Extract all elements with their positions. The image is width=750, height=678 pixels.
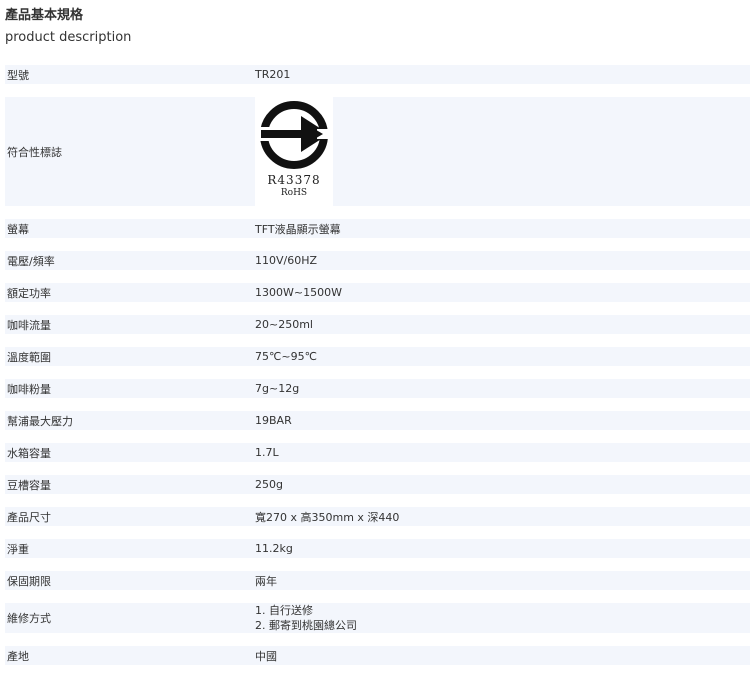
spec-value: 110V/60HZ — [255, 254, 318, 267]
spec-row-dimensions: 產品尺寸 寬270 x 高350mm x 深440 — [5, 507, 750, 526]
spec-label: 維修方式 — [7, 612, 51, 625]
spec-row-repair: 維修方式 1. 自行送修 2. 郵寄到桃園總公司 — [5, 603, 750, 633]
spec-label: 保固期限 — [7, 574, 51, 588]
spec-label: 溫度範圍 — [7, 350, 51, 364]
spec-label: 淨重 — [7, 542, 29, 556]
page-title: 產品基本規格 — [5, 8, 84, 23]
spec-value: TR201 — [255, 68, 291, 81]
spec-row-certification: 符合性標誌 R43378 RoHS — [5, 97, 750, 206]
spec-label: 咖啡流量 — [7, 318, 51, 332]
spec-row-voltage: 電壓/頻率 110V/60HZ — [5, 251, 750, 270]
spec-label: 符合性標誌 — [7, 145, 62, 159]
spec-value: TFT液晶顯示螢幕 — [255, 222, 341, 236]
spec-row-temperature: 溫度範圍 75℃~95℃ — [5, 347, 750, 366]
spec-row-water-tank: 水箱容量 1.7L — [5, 443, 750, 462]
spec-value: 1.7L — [255, 446, 279, 459]
spec-label: 水箱容量 — [7, 446, 51, 460]
spec-row-pump-pressure: 幫浦最大壓力 19BAR — [5, 411, 750, 430]
spec-label: 額定功率 — [7, 286, 51, 300]
spec-row-screen: 螢幕 TFT液晶顯示螢幕 — [5, 219, 750, 238]
spec-value: 11.2kg — [255, 542, 293, 555]
spec-value: 20~250ml — [255, 318, 313, 331]
spec-value: 7g~12g — [255, 382, 300, 395]
spec-row-power: 額定功率 1300W~1500W — [5, 283, 750, 302]
bsmi-certification-mark-icon — [259, 101, 331, 169]
spec-row-origin: 產地 中國 — [5, 646, 750, 665]
certification-logo: R43378 RoHS — [255, 97, 333, 206]
spec-label: 型號 — [7, 68, 29, 82]
spec-label: 豆槽容量 — [7, 478, 51, 492]
spec-label: 咖啡粉量 — [7, 382, 51, 396]
spec-label: 產地 — [7, 649, 29, 663]
page-subtitle: product description — [5, 30, 132, 45]
spec-value: 1. 自行送修 2. 郵寄到桃園總公司 — [255, 603, 750, 633]
spec-row-coffee-powder: 咖啡粉量 7g~12g — [5, 379, 750, 398]
repair-option: 1. 自行送修 — [255, 604, 313, 617]
spec-row-coffee-volume: 咖啡流量 20~250ml — [5, 315, 750, 334]
spec-row-warranty: 保固期限 兩年 — [5, 571, 750, 590]
spec-label: 電壓/頻率 — [7, 254, 55, 268]
spec-row-model: 型號 TR201 — [5, 65, 750, 84]
certification-code: R43378 — [267, 173, 321, 187]
spec-table: 型號 TR201 符合性標誌 R43378 RoHS 螢幕 TFT液晶顯示螢幕 — [5, 65, 750, 678]
spec-label: 產品尺寸 — [7, 510, 51, 524]
spec-value: 寬270 x 高350mm x 深440 — [255, 510, 400, 524]
rohs-mark: RoHS — [280, 188, 308, 198]
spec-value: 75℃~95℃ — [255, 350, 317, 363]
spec-value: R43378 RoHS — [255, 97, 750, 206]
spec-row-net-weight: 淨重 11.2kg — [5, 539, 750, 558]
spec-value: 19BAR — [255, 414, 292, 427]
spec-value: 250g — [255, 478, 283, 491]
spec-label: 螢幕 — [7, 222, 29, 236]
spec-row-bean-hopper: 豆槽容量 250g — [5, 475, 750, 494]
spec-label: 幫浦最大壓力 — [7, 414, 73, 428]
spec-value: 1300W~1500W — [255, 286, 342, 299]
spec-value: 中國 — [255, 649, 277, 663]
repair-option: 2. 郵寄到桃園總公司 — [255, 619, 357, 632]
spec-value: 兩年 — [255, 574, 277, 588]
